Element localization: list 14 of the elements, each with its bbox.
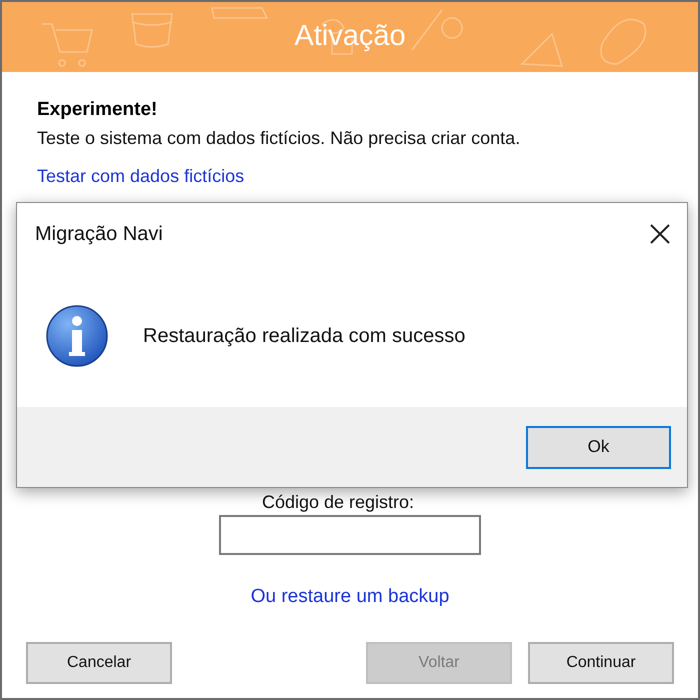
dialog-title: Migração Navi (35, 222, 163, 247)
description-text: Teste o sistema com dados fictícios. Não precisa criar conta. (37, 127, 520, 150)
field-label: Código de registro: (262, 492, 414, 512)
info-icon (45, 304, 109, 368)
dialog-message: Restauração realizada com sucesso (143, 324, 466, 349)
demo-link[interactable]: Testar com dados fictícios (37, 164, 244, 188)
ok-button[interactable]: Ok (526, 426, 671, 468)
section-heading: Experimente! (37, 98, 158, 122)
registration-code-field[interactable] (219, 515, 481, 555)
action-button[interactable]: Cancelar (26, 642, 172, 684)
action-button[interactable]: Continuar (528, 642, 674, 684)
window-title: Ativação (294, 19, 406, 54)
close-icon[interactable] (649, 223, 671, 245)
restore-link[interactable]: Ou restaure um backup (250, 583, 450, 612)
